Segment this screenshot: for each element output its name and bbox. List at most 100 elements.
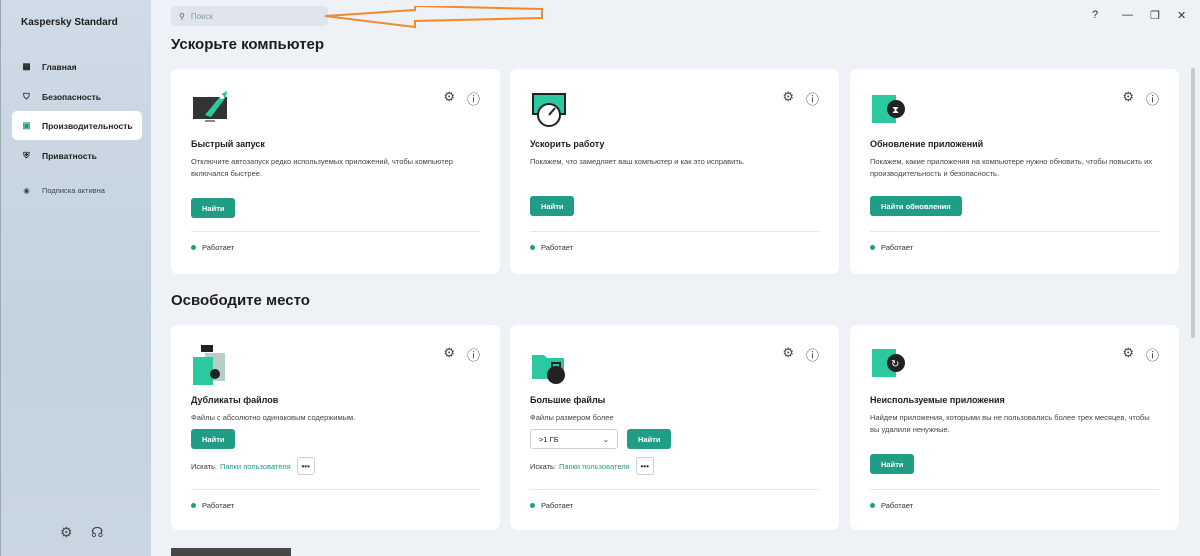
rocket-monitor-icon: [193, 91, 227, 122]
close-button[interactable]: ✕: [1177, 9, 1186, 22]
help-icon[interactable]: ⓘ: [1146, 89, 1159, 108]
status-dot: [191, 245, 196, 250]
card-description: Найдем приложения, которыми вы не пользо…: [870, 413, 1150, 434]
app-title: Kaspersky Standard: [21, 17, 118, 28]
status-text: Работает: [541, 243, 574, 252]
section-title: Освободите место: [171, 292, 310, 309]
card-description: Файлы размером более: [530, 413, 614, 422]
sidebar-item-label: Приватность: [42, 150, 97, 161]
svg-text:⧗: ⧗: [892, 105, 899, 116]
status-dot: [870, 503, 875, 508]
user-icon: ◉: [23, 186, 30, 195]
divider: [870, 231, 1159, 232]
status-dot: [530, 245, 535, 250]
help-icon[interactable]: ⓘ: [1146, 345, 1159, 364]
user-folders-link[interactable]: Папки пользователя: [220, 462, 291, 471]
search-label: Искать:: [530, 461, 557, 471]
svg-text:↻: ↻: [891, 359, 899, 370]
status-text: Работает: [881, 243, 914, 252]
sidebar-item-label: Безопасность: [42, 91, 101, 102]
find-button[interactable]: Найти: [191, 429, 236, 449]
settings-icon[interactable]: ⚙: [443, 89, 455, 108]
more-options-button[interactable]: •••: [635, 457, 654, 475]
minimize-button[interactable]: —: [1122, 9, 1133, 21]
divider: [191, 489, 480, 490]
find-updates-button[interactable]: Найти обновления: [870, 196, 962, 216]
duplicate-files-icon: [193, 345, 225, 385]
settings-icon[interactable]: ⚙: [782, 89, 794, 108]
privacy-shield-icon: ⛨: [23, 150, 30, 160]
unused-apps-icon: ↻: [872, 349, 905, 377]
sidebar-item-subscription[interactable]: ◉ Подписка активна: [12, 176, 142, 205]
find-button[interactable]: Найти: [191, 198, 236, 218]
size-select-value: >1 ГБ: [539, 434, 559, 444]
help-icon[interactable]: ⓘ: [806, 89, 819, 108]
user-folders-link[interactable]: Папки пользователя: [559, 462, 630, 471]
chevron-down-icon: ⌄: [602, 434, 609, 444]
search-icon: ⚲: [179, 11, 185, 21]
card-large-files: ⚙ ⓘ Большие файлы Файлы размером более >1…: [510, 325, 839, 530]
settings-icon[interactable]: ⚙: [60, 524, 73, 541]
status-text: Работает: [541, 501, 574, 510]
find-button[interactable]: Найти: [530, 196, 575, 216]
annotation-arrow: [324, 6, 543, 29]
settings-icon[interactable]: ⚙: [782, 345, 794, 364]
card-title: Большие файлы: [530, 395, 606, 405]
sidebar-item-performance[interactable]: ▣ Производительность: [12, 111, 142, 140]
help-icon[interactable]: ⓘ: [806, 345, 819, 364]
section-title-clipped: [171, 548, 291, 556]
status: Работает: [191, 243, 234, 252]
sidebar-item-privacy[interactable]: ⛨ Приватность: [12, 141, 142, 170]
search-input[interactable]: ⚲ Поиск: [171, 6, 328, 26]
size-select[interactable]: >1 ГБ ⌄: [530, 429, 618, 449]
help-button[interactable]: ?: [1092, 9, 1098, 21]
card-app-updates: ⧗ ⚙ ⓘ Обновление приложений Покажем, каки…: [850, 69, 1179, 274]
search-placeholder: Поиск: [190, 11, 214, 21]
card-title: Быстрый запуск: [191, 139, 265, 149]
status: Работает: [870, 243, 913, 252]
status: Работает: [530, 243, 573, 252]
help-icon[interactable]: ⓘ: [467, 89, 480, 108]
card-description: Покажем, что замедляет ваш компьютер и к…: [530, 157, 745, 166]
monitor-icon: ▣: [22, 120, 31, 130]
search-location: Искать: Папки пользователя •••: [530, 457, 654, 475]
settings-icon[interactable]: ⚙: [1122, 89, 1134, 108]
card-title: Дубликаты файлов: [191, 395, 279, 405]
divider: [530, 489, 819, 490]
status: Работает: [530, 501, 573, 510]
find-button[interactable]: Найти: [870, 454, 915, 474]
card-description: Покажем, какие приложения на компьютере …: [870, 157, 1153, 178]
more-options-button[interactable]: •••: [296, 457, 315, 475]
sidebar-item-label: Главная: [42, 61, 77, 72]
status-text: Работает: [202, 501, 235, 510]
status-text: Работает: [881, 501, 914, 510]
divider: [870, 489, 1159, 490]
sidebar-item-security[interactable]: ⛉ Безопасность: [12, 82, 142, 111]
sidebar-item-label: Подписка активна: [42, 186, 105, 195]
help-icon[interactable]: ⓘ: [467, 345, 480, 364]
sidebar-item-label: Производительность: [42, 120, 133, 131]
sidebar-item-home[interactable]: ▦ Главная: [12, 52, 142, 81]
scrollbar[interactable]: [1191, 68, 1195, 338]
shield-icon: ⛉: [23, 91, 30, 101]
search-location: Искать: Папки пользователя •••: [191, 457, 315, 475]
speedometer-monitor-icon: [532, 93, 566, 127]
card-speed-up: ⚙ ⓘ Ускорить работу Покажем, что замедляе…: [510, 69, 839, 274]
find-button[interactable]: Найти: [627, 429, 672, 449]
restore-button[interactable]: ❐: [1150, 9, 1160, 22]
settings-icon[interactable]: ⚙: [1122, 345, 1134, 364]
card-title: Обновление приложений: [870, 139, 984, 149]
grid-icon: ▦: [22, 61, 31, 71]
settings-icon[interactable]: ⚙: [443, 345, 455, 364]
status-dot: [870, 245, 875, 250]
card-title: Ускорить работу: [530, 139, 605, 149]
section-title: Ускорьте компьютер: [171, 36, 325, 53]
status-dot: [191, 503, 196, 508]
app-update-icon: ⧗: [872, 95, 905, 123]
support-headset-icon[interactable]: ☊: [91, 524, 103, 541]
card-description: Отключите автозапуск редко используемых …: [191, 157, 453, 178]
card-title: Неиспользуемые приложения: [870, 395, 1005, 405]
status: Работает: [191, 501, 234, 510]
status-dot: [530, 503, 535, 508]
card-description: Файлы с абсолютно одинаковым содержимым.: [191, 413, 356, 422]
